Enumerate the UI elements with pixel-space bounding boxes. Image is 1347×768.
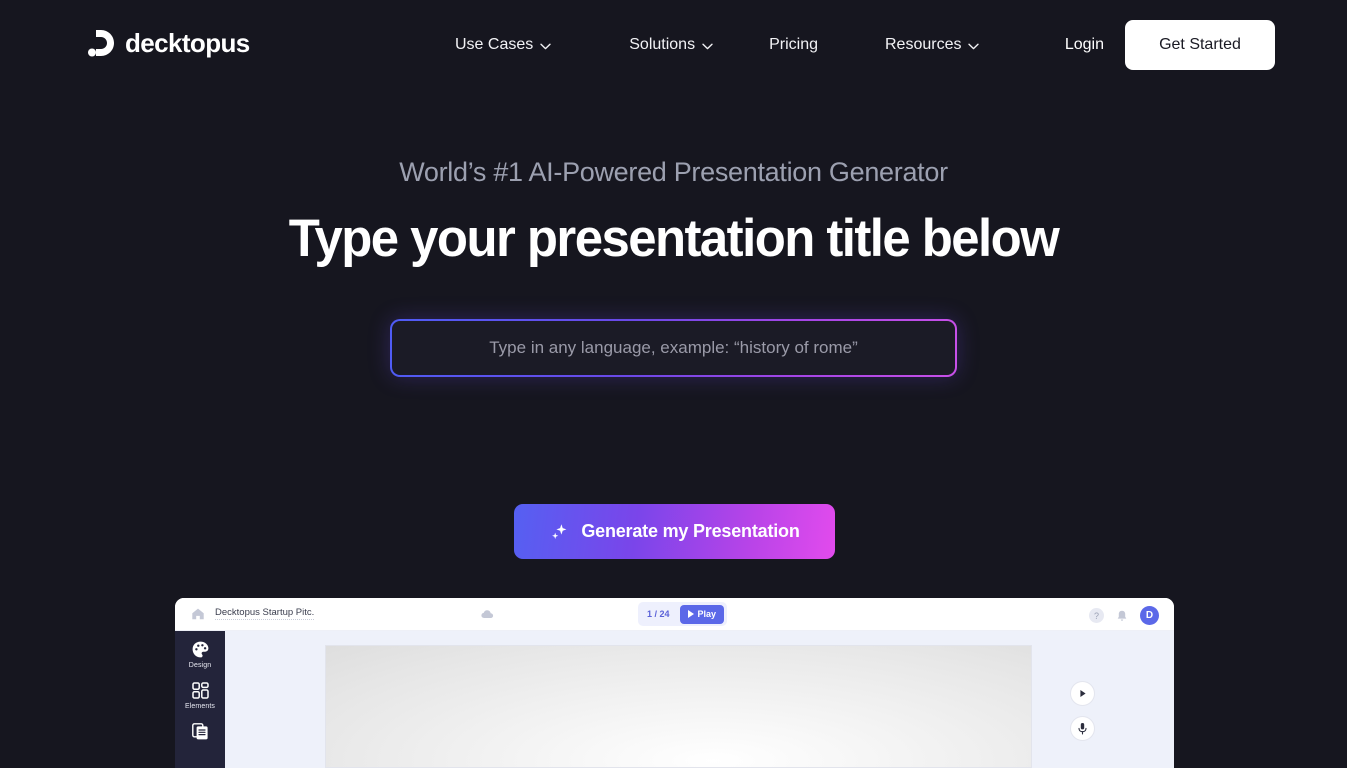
app-sidebar: Design Elements: [175, 631, 225, 768]
slide-canvas[interactable]: [325, 645, 1032, 768]
page-title: Type your presentation title below: [288, 208, 1060, 268]
nav-item-pricing[interactable]: Pricing: [769, 36, 818, 54]
app-body: Design Elements: [175, 631, 1174, 768]
sidebar-item-pages[interactable]: [177, 722, 223, 744]
presentation-title-input[interactable]: [392, 321, 955, 375]
chevron-down-icon: [968, 43, 980, 50]
nav-item-resources[interactable]: Resources: [884, 35, 980, 54]
nav-item-solutions[interactable]: Solutions: [629, 36, 713, 54]
canvas-mic-button[interactable]: [1070, 716, 1095, 741]
sidebar-item-design[interactable]: Design: [177, 640, 223, 669]
app-canvas: [225, 631, 1174, 768]
bell-icon[interactable]: [1115, 609, 1129, 623]
help-circle-icon[interactable]: ?: [1089, 608, 1104, 623]
slide-controls: 1 / 24 Play: [638, 602, 728, 626]
home-icon[interactable]: [190, 606, 206, 622]
app-topbar: Decktopus Startup Pitc. 1 / 24 Play ? D: [175, 598, 1174, 631]
sidebar-item-label: Elements: [185, 703, 215, 710]
document-title[interactable]: Decktopus Startup Pitc.: [215, 607, 315, 620]
hero-section: World’s #1 AI-Powered Presentation Gener…: [0, 89, 1347, 675]
chevron-down-icon: [702, 43, 713, 50]
canvas-floating-controls: [1070, 681, 1095, 741]
chevron-down-icon: [540, 43, 551, 50]
play-triangle-icon: [1080, 690, 1086, 697]
avatar[interactable]: D: [1140, 606, 1159, 625]
input-inner: [392, 321, 955, 375]
play-presentation-button[interactable]: Play: [679, 604, 725, 624]
brand-logo[interactable]: decktopus: [88, 28, 250, 58]
sidebar-item-elements[interactable]: Elements: [177, 681, 223, 710]
brand-name: decktopus: [125, 28, 250, 58]
nav-label: Solutions: [629, 35, 696, 53]
generate-presentation-button[interactable]: Generate my Presentation: [514, 504, 835, 559]
nav-item-use-cases[interactable]: Use Cases: [455, 36, 551, 54]
play-icon: [687, 610, 694, 618]
nav-label: Resources: [884, 35, 962, 53]
app-user-controls: ? D: [1089, 606, 1159, 625]
canvas-play-button[interactable]: [1070, 681, 1095, 706]
decktopus-logo-icon: [88, 28, 114, 58]
sparkle-icon: [549, 522, 569, 542]
generate-button-label: Generate my Presentation: [581, 521, 800, 541]
pages-copy-icon: [191, 722, 210, 741]
microphone-icon: [1078, 723, 1087, 735]
header-actions: Login Get Started: [1065, 0, 1275, 89]
nav-label: Pricing: [769, 35, 818, 53]
slide-counter: 1 / 24: [647, 609, 670, 619]
palette-icon: [191, 640, 210, 659]
app-preview-window: Decktopus Startup Pitc. 1 / 24 Play ? D: [175, 598, 1174, 768]
hero-eyebrow: World’s #1 AI-Powered Presentation Gener…: [399, 157, 948, 187]
site-header: decktopus Use Cases Solutions Pricing Re…: [0, 0, 1347, 89]
play-button-label: Play: [697, 609, 717, 619]
sidebar-item-label: Design: [188, 662, 212, 669]
grid-elements-icon: [191, 681, 210, 700]
presentation-title-input-wrapper: [390, 319, 957, 377]
nav-label: Use Cases: [455, 35, 534, 53]
cloud-save-icon: [480, 607, 495, 622]
login-link[interactable]: Login: [1065, 36, 1104, 54]
main-navigation: Use Cases Solutions Pricing Resources: [455, 0, 980, 89]
get-started-button[interactable]: Get Started: [1125, 19, 1275, 70]
